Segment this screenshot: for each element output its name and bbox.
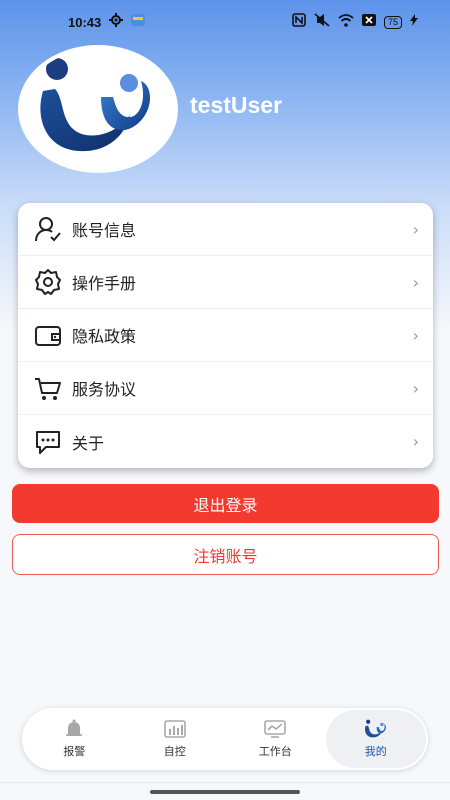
tab-label: 自控 — [163, 745, 186, 758]
menu-item-label: 操作手册 — [72, 274, 137, 293]
menu-item-manual[interactable]: 操作手册 › — [18, 256, 433, 309]
tab-label: 我的 — [364, 745, 387, 758]
charging-icon — [410, 14, 418, 30]
chevron-right-icon: › — [412, 219, 419, 239]
status-time: 10:43 — [68, 14, 102, 30]
menu-item-privacy-policy[interactable]: 隐私政策 › — [18, 309, 433, 362]
app-logo-icon — [35, 57, 161, 161]
logout-button[interactable]: 退出登录 — [12, 484, 439, 523]
menu-item-label: 隐私政策 — [72, 327, 137, 346]
menu-item-label: 账号信息 — [72, 221, 137, 240]
tab-alarm[interactable]: 报警 — [24, 710, 125, 768]
app-notification-icon — [131, 14, 146, 30]
status-bar: 10:43 75 — [0, 0, 450, 44]
settings-icon — [109, 13, 124, 31]
avatar[interactable] — [18, 45, 178, 173]
menu-item-label: 服务协议 — [72, 380, 137, 399]
cancel-account-button[interactable]: 注销账号 — [12, 534, 439, 575]
battery-icon: 75 — [383, 15, 402, 29]
gear-icon — [32, 266, 64, 298]
chevron-right-icon: › — [412, 325, 419, 345]
bell-icon — [62, 719, 86, 739]
chevron-right-icon: › — [412, 432, 419, 451]
sim-icon — [361, 14, 376, 30]
menu-item-about[interactable]: 关于 › — [18, 415, 433, 468]
menu-item-account-info[interactable]: 账号信息 › — [18, 203, 433, 256]
menu-card: 账号信息 › 操作手册 › 隐私政策 › 服务协议 › 关于 › — [18, 203, 433, 468]
chevron-right-icon: › — [412, 378, 419, 398]
wallet-icon — [32, 319, 64, 351]
tab-mine[interactable]: 我的 — [325, 710, 426, 768]
user-icon — [32, 213, 64, 245]
username: testUser — [190, 92, 283, 118]
tab-auto-control[interactable]: 自控 — [125, 710, 226, 768]
tab-workbench[interactable]: 工作台 — [225, 710, 326, 768]
divider — [0, 782, 450, 783]
nfc-icon — [292, 13, 306, 31]
cart-icon — [32, 372, 64, 404]
chat-icon — [32, 426, 64, 458]
bottom-tab-bar: 报警 自控 工作台 我的 — [22, 708, 428, 770]
wifi-icon — [338, 13, 354, 31]
tab-label: 报警 — [63, 745, 86, 758]
tab-label: 工作台 — [258, 745, 292, 758]
chevron-right-icon: › — [412, 272, 419, 292]
line-chart-icon — [263, 719, 287, 739]
bar-chart-icon — [163, 719, 187, 739]
mute-icon — [314, 13, 330, 31]
home-indicator[interactable] — [150, 790, 300, 794]
menu-item-service-agreement[interactable]: 服务协议 › — [18, 362, 433, 415]
app-logo-icon — [364, 719, 388, 739]
menu-item-label: 关于 — [72, 433, 105, 453]
